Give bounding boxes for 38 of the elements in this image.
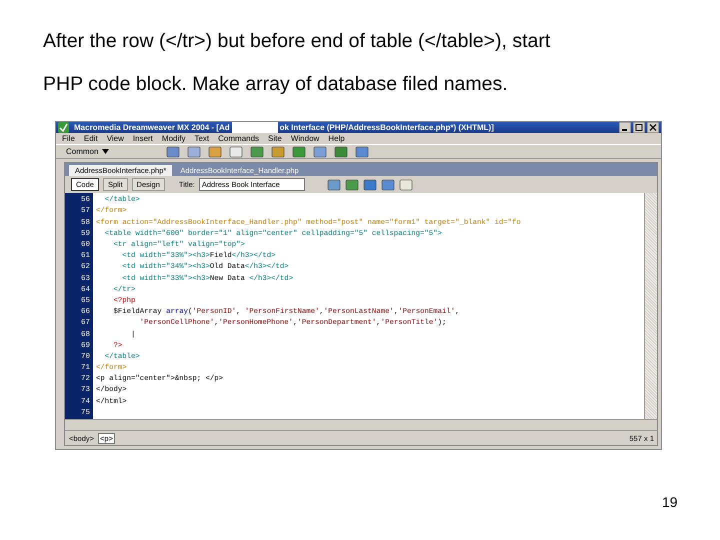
toolbar-icon[interactable] bbox=[229, 146, 244, 158]
app-icon bbox=[58, 122, 69, 133]
toolbar-icon[interactable] bbox=[326, 178, 341, 191]
slide-caption: PHP code block. Make array of database filed names. bbox=[43, 72, 509, 97]
toolbar-icon[interactable] bbox=[187, 146, 202, 158]
insert-category-dropdown[interactable]: Common bbox=[66, 147, 98, 156]
toolbar-icon[interactable] bbox=[271, 146, 286, 158]
minimize-icon[interactable] bbox=[619, 122, 631, 133]
vertical-scrollbar[interactable] bbox=[644, 193, 657, 419]
menu-item[interactable]: Text bbox=[194, 134, 210, 143]
toolbar-icon[interactable] bbox=[362, 178, 377, 191]
toolbar-icon[interactable] bbox=[344, 178, 359, 191]
window-title: ok Interface (PHP/AddressBookInterface.php*) (XHTML)] bbox=[280, 123, 494, 132]
toolbar-icon[interactable] bbox=[355, 146, 370, 158]
toolbar-icon[interactable] bbox=[250, 146, 264, 158]
toolbar-icon[interactable] bbox=[380, 178, 395, 191]
menu-item[interactable]: File bbox=[62, 134, 75, 143]
menu-item[interactable]: Edit bbox=[84, 134, 98, 143]
toolbar-icon[interactable] bbox=[208, 146, 222, 158]
menu-item[interactable]: Commands bbox=[218, 134, 260, 143]
menu-item[interactable]: Site bbox=[268, 134, 282, 143]
menu-item[interactable]: View bbox=[106, 134, 124, 143]
toolbar-icon[interactable] bbox=[334, 146, 348, 158]
menu-item[interactable]: Window bbox=[290, 134, 320, 143]
menu-item[interactable]: Insert bbox=[132, 134, 153, 143]
toolbar-icon[interactable] bbox=[166, 146, 180, 158]
menu-item[interactable]: Help bbox=[328, 134, 345, 143]
toolbar-icon[interactable] bbox=[292, 146, 306, 158]
close-icon[interactable] bbox=[647, 122, 659, 133]
toolbar-icon[interactable] bbox=[313, 146, 328, 158]
toolbar-icon[interactable] bbox=[398, 178, 413, 191]
slide-caption: After the row (</tr>) but before end of table (</table>), start bbox=[43, 29, 552, 54]
maximize-icon[interactable] bbox=[633, 122, 645, 133]
caret-icon[interactable] bbox=[102, 149, 110, 154]
page-number: 19 bbox=[662, 494, 678, 510]
redacted-block bbox=[232, 122, 278, 133]
menu-item[interactable]: Modify bbox=[162, 134, 186, 143]
window-title: Macromedia Dreamweaver MX 2004 - [Ad bbox=[74, 123, 230, 132]
